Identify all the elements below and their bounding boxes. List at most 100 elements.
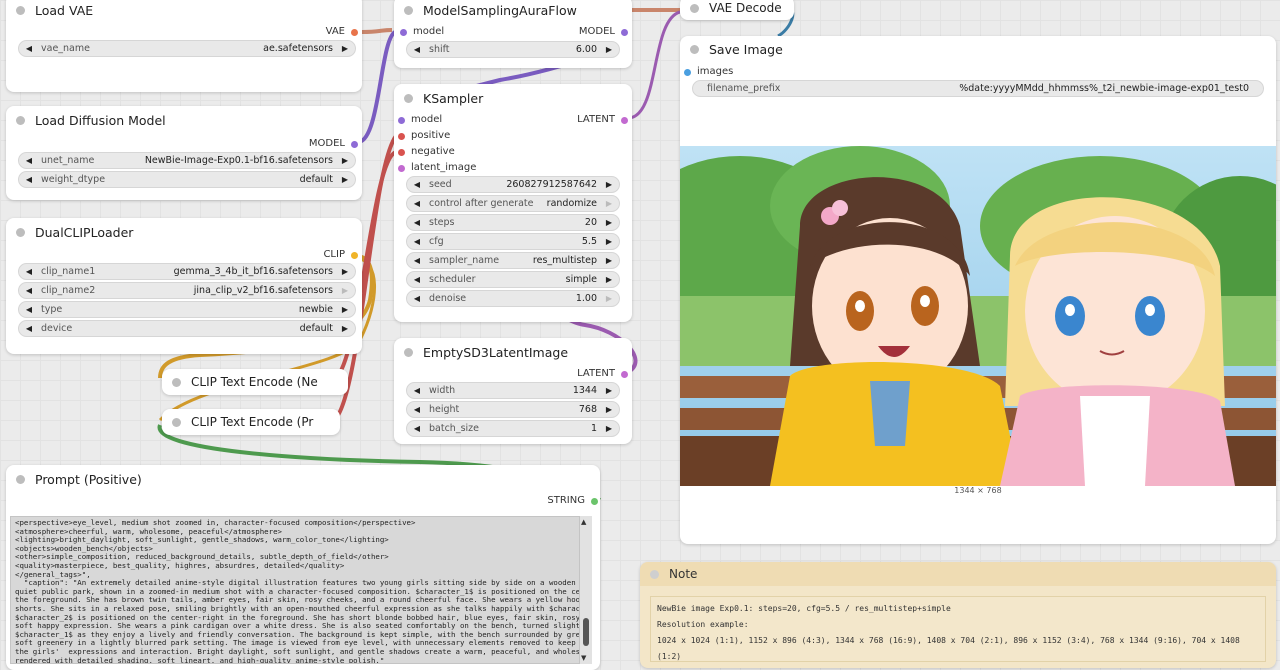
right-arrow-icon[interactable]: ▶: [341, 44, 349, 53]
positive-input-slot[interactable]: positive: [398, 130, 450, 142]
ksampler-node[interactable]: KSampler LATENT model positive negative …: [394, 84, 632, 322]
generated-image-preview[interactable]: [680, 146, 1276, 486]
scheduler-combo[interactable]: ◀ scheduler simple ▶: [406, 271, 620, 288]
latent-output-slot[interactable]: LATENT: [577, 368, 628, 380]
left-arrow-icon[interactable]: ◀: [25, 44, 33, 53]
left-arrow-icon[interactable]: ◀: [413, 294, 421, 303]
model-output-slot[interactable]: MODEL: [579, 26, 628, 38]
collapse-dot-icon[interactable]: [172, 377, 181, 387]
clip-text-encode-negative-node[interactable]: CLIP Text Encode (Ne: [162, 369, 348, 395]
left-arrow-icon[interactable]: ◀: [25, 175, 33, 184]
clip-text-encode-positive-node[interactable]: CLIP Text Encode (Pr: [162, 409, 340, 435]
clip-name2-combo[interactable]: ◀ clip_name2 jina_clip_v2_bf16.safetensors…: [18, 282, 356, 299]
right-arrow-icon[interactable]: ▶: [341, 175, 349, 184]
load-diffusion-model-node[interactable]: Load Diffusion Model MODEL ◀ unet_name N…: [6, 106, 362, 200]
right-arrow-icon[interactable]: ▶: [341, 286, 349, 295]
empty-sd3-latent-node[interactable]: EmptySD3LatentImage LATENT ◀ width 1344 ▶ ◀…: [394, 338, 632, 444]
right-arrow-icon[interactable]: ▶: [605, 275, 613, 284]
node-title: Prompt (Positive): [35, 471, 142, 487]
collapse-dot-icon[interactable]: [172, 417, 181, 427]
device-combo[interactable]: ◀ device default ▶: [18, 320, 356, 337]
collapse-dot-icon[interactable]: [16, 474, 25, 484]
left-arrow-icon[interactable]: ◀: [25, 156, 33, 165]
left-arrow-icon[interactable]: ◀: [413, 275, 421, 284]
link-model: [357, 30, 397, 144]
left-arrow-icon[interactable]: ◀: [413, 218, 421, 227]
clip-name1-combo[interactable]: ◀ clip_name1 gemma_3_4b_it_bf16.safetensor…: [18, 263, 356, 280]
right-arrow-icon[interactable]: ▶: [605, 199, 613, 208]
weight-dtype-combo[interactable]: ◀ weight_dtype default ▶: [18, 171, 356, 188]
image-size-label: 1344 × 768: [954, 486, 1002, 495]
scroll-down-icon[interactable]: ▼: [581, 654, 586, 662]
latent-output-slot[interactable]: LATENT: [577, 114, 628, 126]
prompt-textarea[interactable]: <perspective>eye_level, medium shot zoom…: [10, 516, 580, 664]
model-input-slot[interactable]: model: [398, 114, 442, 126]
right-arrow-icon[interactable]: ▶: [605, 386, 613, 395]
right-arrow-icon[interactable]: ▶: [605, 45, 613, 54]
control-after-generate-combo[interactable]: ◀ control after generate randomize ▶: [406, 195, 620, 212]
right-arrow-icon[interactable]: ▶: [605, 237, 613, 246]
negative-input-slot[interactable]: negative: [398, 146, 455, 158]
note-text-area[interactable]: NewBie image Exp0.1: steps=20, cfg=5.5 /…: [650, 596, 1266, 662]
filename-prefix-field[interactable]: filename_prefix %date:yyyyMMdd_hhmmss%_t…: [692, 80, 1264, 97]
vae-decode-node[interactable]: VAE Decode: [680, 0, 794, 20]
right-arrow-icon[interactable]: ▶: [605, 218, 613, 227]
left-arrow-icon[interactable]: ◀: [413, 45, 421, 54]
left-arrow-icon[interactable]: ◀: [413, 180, 421, 189]
unet-name-combo[interactable]: ◀ unet_name NewBie-Image-Exp0.1-bf16.saf…: [18, 152, 356, 169]
left-arrow-icon[interactable]: ◀: [25, 324, 33, 333]
model-output-slot[interactable]: MODEL: [309, 138, 358, 150]
right-arrow-icon[interactable]: ▶: [605, 256, 613, 265]
collapse-dot-icon[interactable]: [16, 115, 25, 125]
right-arrow-icon[interactable]: ▶: [341, 156, 349, 165]
model-input-slot[interactable]: model: [400, 26, 444, 38]
collapse-dot-icon[interactable]: [404, 93, 413, 103]
left-arrow-icon[interactable]: ◀: [413, 256, 421, 265]
batch-size-number[interactable]: ◀ batch_size 1 ▶: [406, 420, 620, 437]
left-arrow-icon[interactable]: ◀: [413, 386, 421, 395]
vae-output-slot[interactable]: VAE: [326, 26, 358, 38]
string-output-slot[interactable]: STRING: [547, 495, 598, 507]
height-number[interactable]: ◀ height 768 ▶: [406, 401, 620, 418]
model-sampling-node[interactable]: ModelSamplingAuraFlow model MODEL ◀ shif…: [394, 0, 632, 68]
left-arrow-icon[interactable]: ◀: [413, 237, 421, 246]
right-arrow-icon[interactable]: ▶: [341, 324, 349, 333]
dual-clip-loader-node[interactable]: DualCLIPLoader CLIP ◀ clip_name1 gemma_3_4…: [6, 218, 362, 354]
prompt-scrollbar[interactable]: ▲ ▼: [580, 516, 592, 664]
right-arrow-icon[interactable]: ▶: [341, 305, 349, 314]
left-arrow-icon[interactable]: ◀: [25, 267, 33, 276]
collapse-dot-icon[interactable]: [404, 5, 413, 15]
scroll-thumb[interactable]: [583, 618, 589, 646]
shift-number[interactable]: ◀ shift 6.00 ▶: [406, 41, 620, 58]
right-arrow-icon[interactable]: ▶: [605, 294, 613, 303]
right-arrow-icon[interactable]: ▶: [341, 267, 349, 276]
latent-image-input-slot[interactable]: latent_image: [398, 162, 476, 174]
images-input-slot[interactable]: images: [684, 66, 733, 78]
width-number[interactable]: ◀ width 1344 ▶: [406, 382, 620, 399]
left-arrow-icon[interactable]: ◀: [413, 199, 421, 208]
clip-output-slot[interactable]: CLIP: [323, 249, 358, 261]
collapse-dot-icon[interactable]: [690, 44, 699, 54]
collapse-dot-icon[interactable]: [404, 347, 413, 357]
sampler-name-combo[interactable]: ◀ sampler_name res_multistep ▶: [406, 252, 620, 269]
collapse-dot-icon[interactable]: [690, 3, 699, 13]
left-arrow-icon[interactable]: ◀: [25, 305, 33, 314]
scroll-up-icon[interactable]: ▲: [581, 518, 586, 526]
left-arrow-icon[interactable]: ◀: [413, 424, 421, 433]
cfg-number[interactable]: ◀ cfg 5.5 ▶: [406, 233, 620, 250]
left-arrow-icon[interactable]: ◀: [413, 405, 421, 414]
collapse-dot-icon[interactable]: [16, 227, 25, 237]
right-arrow-icon[interactable]: ▶: [605, 424, 613, 433]
seed-number[interactable]: ◀ seed 260827912587642 ▶: [406, 176, 620, 193]
denoise-number[interactable]: ◀ denoise 1.00 ▶: [406, 290, 620, 307]
note-node[interactable]: Note NewBie image Exp0.1: steps=20, cfg=…: [640, 562, 1276, 668]
vae-name-combo[interactable]: ◀ vae_name ae.safetensors ▶: [18, 40, 356, 57]
collapse-dot-icon[interactable]: [16, 5, 25, 15]
load-vae-node[interactable]: Load VAE VAE ◀ vae_name ae.safetensors ▶: [6, 0, 362, 92]
right-arrow-icon[interactable]: ▶: [605, 405, 613, 414]
collapse-dot-icon[interactable]: [650, 569, 659, 579]
steps-number[interactable]: ◀ steps 20 ▶: [406, 214, 620, 231]
left-arrow-icon[interactable]: ◀: [25, 286, 33, 295]
type-combo[interactable]: ◀ type newbie ▶: [18, 301, 356, 318]
right-arrow-icon[interactable]: ▶: [605, 180, 613, 189]
